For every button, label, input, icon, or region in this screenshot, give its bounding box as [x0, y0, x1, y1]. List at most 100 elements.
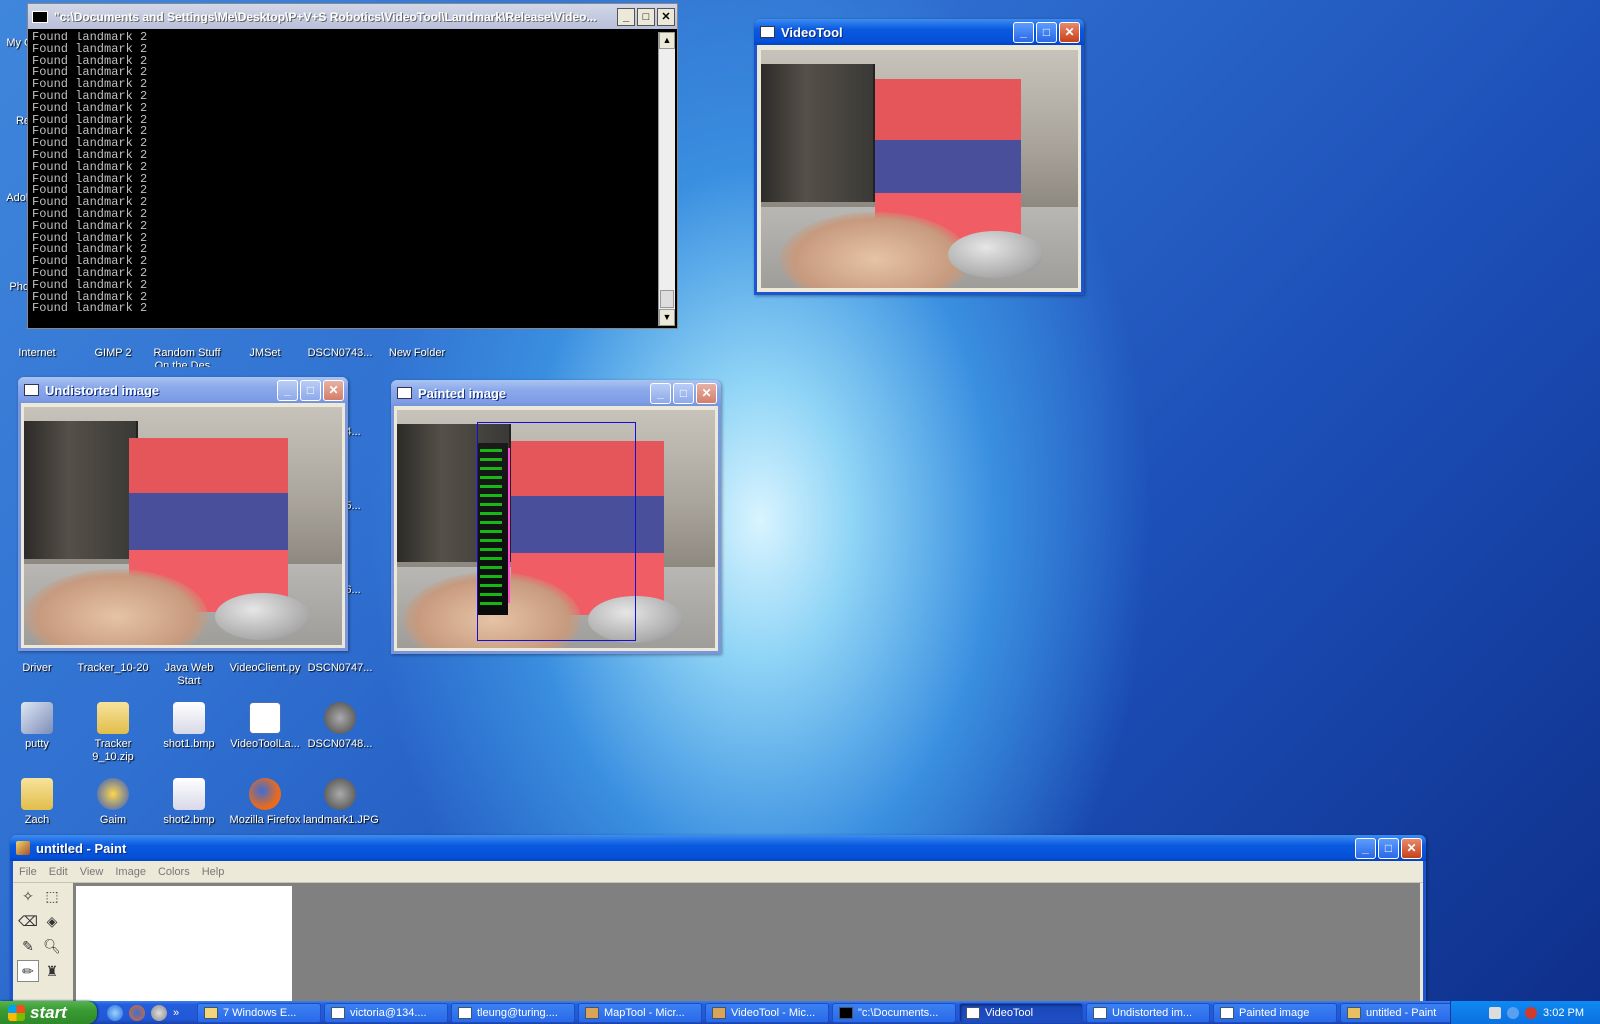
desktop-icon-new-folder[interactable]: New Folder [380, 347, 454, 360]
shield-icon[interactable] [1525, 1006, 1538, 1019]
scroll-up-icon[interactable]: ▲ [659, 32, 675, 49]
desktop-icon-gimp[interactable]: GIMP 2 [76, 347, 150, 360]
close-button[interactable]: ✕ [657, 7, 675, 26]
task-painted[interactable]: Painted image [1213, 1002, 1337, 1023]
minimize-button[interactable]: _ [1013, 21, 1034, 43]
firefox-icon [249, 778, 281, 810]
desktop-icon-videotoollandmark[interactable]: VideoToolLa... [228, 702, 302, 751]
firefox-icon[interactable] [129, 1004, 145, 1021]
maximize-button[interactable]: □ [637, 7, 655, 26]
desktop-icon-putty[interactable]: putty [0, 702, 74, 751]
folder-icon [204, 1006, 218, 1019]
menu-file[interactable]: File [13, 866, 43, 878]
paint-app-icon [1347, 1006, 1361, 1019]
gaim-icon [97, 778, 129, 810]
paint-window[interactable]: untitled - Paint _ □ ✕ File Edit View Im… [10, 835, 1426, 1006]
console-titlebar[interactable]: "c:\Documents and Settings\Me\Desktop\P+… [28, 4, 677, 29]
desktop-icon-tracker-10-20[interactable]: Tracker_10-20 [76, 662, 150, 675]
taskbar: start » 7 Windows E... victoria@134.... … [0, 1001, 1600, 1024]
camera-frame [397, 410, 715, 648]
painted-window[interactable]: Painted image _ □ ✕ [391, 380, 721, 654]
scroll-thumb[interactable] [660, 290, 674, 308]
task-videotool[interactable]: VideoTool [959, 1002, 1083, 1023]
paint-titlebar[interactable]: untitled - Paint _ □ ✕ [10, 835, 1426, 861]
window-icon [966, 1006, 980, 1019]
desktop-icon-java-web-start[interactable]: Java Web Start [152, 662, 226, 688]
menu-edit[interactable]: Edit [43, 866, 74, 878]
desktop-icon-landmark1[interactable]: landmark1.JPG [303, 778, 379, 827]
window-icon [1220, 1006, 1234, 1019]
start-button[interactable]: start [0, 1001, 97, 1024]
menu-colors[interactable]: Colors [152, 866, 196, 878]
task-victoria[interactable]: victoria@134.... [324, 1002, 448, 1023]
desktop-icon-shot2[interactable]: shot2.bmp [152, 778, 226, 827]
close-button[interactable]: ✕ [1059, 21, 1080, 43]
console-window[interactable]: "c:\Documents and Settings\Me\Desktop\P+… [27, 3, 678, 329]
task-paint[interactable]: untitled - Paint [1340, 1002, 1456, 1023]
desktop-icon-driver[interactable]: Driver [0, 662, 74, 675]
fill-icon[interactable]: ◈ [41, 910, 63, 932]
zip-folder-icon [97, 702, 129, 734]
console-scrollbar[interactable]: ▲ ▼ [658, 32, 675, 326]
undistorted-window[interactable]: Undistorted image _ □ ✕ [18, 377, 348, 651]
maximize-button[interactable]: □ [1378, 837, 1399, 859]
desktop-icon-videoclient[interactable]: VideoClient.py [228, 662, 302, 675]
rect-select-icon[interactable]: ⬚ [41, 885, 63, 907]
menu-bar: File Edit View Image Colors Help [13, 861, 1423, 883]
desktop-icon-shot1[interactable]: shot1.bmp [152, 702, 226, 751]
pencil-icon[interactable]: ✏︎ [17, 960, 39, 982]
maximize-button[interactable]: □ [673, 382, 694, 404]
keyboard-icon[interactable] [1489, 1006, 1502, 1019]
chevron-right-icon[interactable]: » [173, 1005, 189, 1021]
task-windows-explorer[interactable]: 7 Windows E... [197, 1002, 321, 1023]
desktop-icon-partial-2[interactable]: Re [0, 115, 30, 128]
desktop-icon-zach[interactable]: Zach [0, 778, 74, 827]
minimize-button[interactable]: _ [617, 7, 635, 26]
brush-icon[interactable]: ♜ [41, 960, 63, 982]
magnifier-icon[interactable]: 🔍︎ [41, 935, 63, 957]
menu-view[interactable]: View [74, 866, 110, 878]
canvas-area[interactable] [73, 883, 1420, 1006]
undistorted-titlebar[interactable]: Undistorted image _ □ ✕ [18, 377, 348, 403]
task-tleung[interactable]: tleung@turing.... [451, 1002, 575, 1023]
maximize-button[interactable]: □ [300, 379, 321, 401]
desktop-icon-gaim[interactable]: Gaim [76, 778, 150, 827]
menu-image[interactable]: Image [109, 866, 152, 878]
ql-app-icon[interactable] [151, 1004, 167, 1021]
minimize-button[interactable]: _ [1355, 837, 1376, 859]
tool-box: ✧ ⬚ ⌫ ◈ ✎ 🔍︎ ✏︎ ♜ [15, 883, 69, 1003]
desktop-icon-dscn0743[interactable]: DSCN0743... [303, 347, 377, 360]
close-button[interactable]: ✕ [1401, 837, 1422, 859]
eraser-icon[interactable]: ⌫ [17, 910, 39, 932]
task-videotool-msvc[interactable]: VideoTool - Mic... [705, 1002, 829, 1023]
desktop-icon-random-stuff[interactable]: Random Stuff On the Des... [150, 347, 224, 367]
free-select-icon[interactable]: ✧ [17, 885, 39, 907]
chevron-left-icon[interactable] [1507, 1006, 1520, 1019]
close-button[interactable]: ✕ [323, 379, 344, 401]
eyedropper-icon[interactable]: ✎ [17, 935, 39, 957]
painted-titlebar[interactable]: Painted image _ □ ✕ [391, 380, 721, 406]
clock[interactable]: 3:02 PM [1543, 1007, 1584, 1019]
close-button[interactable]: ✕ [696, 382, 717, 404]
maximize-button[interactable]: □ [1036, 21, 1057, 43]
desktop-icon-jmset[interactable]: JMSet [228, 347, 302, 360]
minimize-button[interactable]: _ [277, 379, 298, 401]
task-undistorted[interactable]: Undistorted im... [1086, 1002, 1210, 1023]
window-icon [24, 384, 39, 396]
drawing-canvas[interactable] [76, 886, 292, 1006]
task-maptool[interactable]: MapTool - Micr... [578, 1002, 702, 1023]
landmark-bounding-box [476, 421, 636, 641]
ie-icon[interactable] [107, 1004, 123, 1021]
desktop-icon-dscn0747[interactable]: DSCN0747... [303, 662, 377, 675]
minimize-button[interactable]: _ [650, 382, 671, 404]
desktop-icon-dscn0748[interactable]: DSCN0748... [303, 702, 377, 751]
desktop-icon-internet[interactable]: Internet [0, 347, 74, 360]
videotool-window[interactable]: VideoTool _ □ ✕ [754, 19, 1084, 295]
desktop-icon-firefox[interactable]: Mozilla Firefox [228, 778, 302, 827]
desktop-icon-tracker-zip[interactable]: Tracker 9_10.zip [76, 702, 150, 764]
quick-launch: » [97, 1004, 197, 1021]
task-console[interactable]: "c:\Documents... [832, 1002, 956, 1023]
scroll-down-icon[interactable]: ▼ [659, 309, 675, 326]
videotool-titlebar[interactable]: VideoTool _ □ ✕ [754, 19, 1084, 45]
menu-help[interactable]: Help [196, 866, 231, 878]
